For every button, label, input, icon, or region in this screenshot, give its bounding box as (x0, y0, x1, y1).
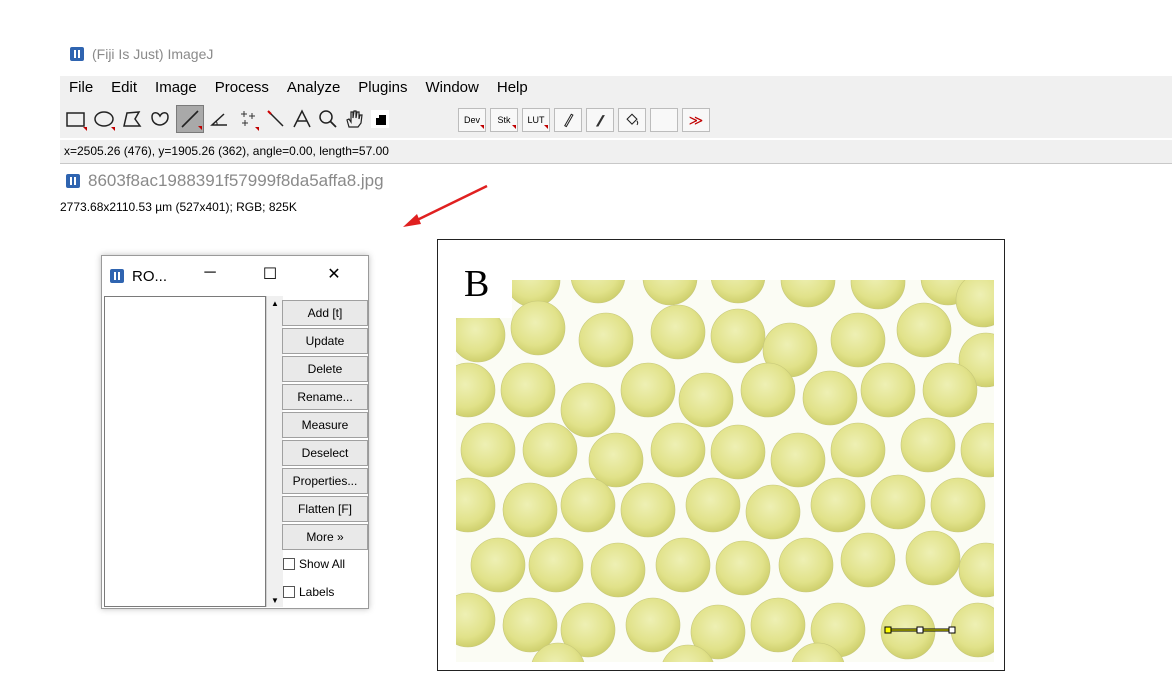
zoom-tool-icon[interactable] (316, 105, 340, 133)
roi-manager-title-bar: RO... ─ ☐ ✕ (102, 256, 368, 296)
menubar: File Edit Image Process Analyze Plugins … (60, 76, 1172, 100)
menu-process[interactable]: Process (206, 76, 278, 100)
show-all-checkbox[interactable]: Show All (283, 555, 345, 573)
roi-properties-button[interactable]: Properties... (282, 468, 368, 494)
roi-measure-button[interactable]: Measure (282, 412, 368, 438)
roi-flatten-button[interactable]: Flatten [F] (282, 496, 368, 522)
brush-tool-icon[interactable] (586, 108, 614, 132)
scroll-down-icon[interactable]: ▼ (267, 593, 283, 607)
roi-more-button[interactable]: More » (282, 524, 368, 550)
scroll-up-icon[interactable]: ▲ (267, 296, 283, 310)
polygon-tool-icon[interactable] (120, 105, 144, 133)
menu-window[interactable]: Window (417, 76, 488, 100)
toolbar: Dev Stk LUT ≫ (60, 100, 1172, 138)
app-title: (Fiji Is Just) ImageJ (92, 46, 214, 62)
image-canvas[interactable] (437, 239, 1005, 671)
fiji-icon (70, 47, 84, 61)
show-all-label: Show All (299, 557, 346, 571)
oval-tool-icon[interactable] (92, 105, 116, 133)
menu-plugins[interactable]: Plugins (349, 76, 416, 100)
hand-tool-icon[interactable] (342, 105, 366, 133)
roi-list[interactable] (104, 296, 266, 607)
menu-image[interactable]: Image (146, 76, 206, 100)
freehand-tool-icon[interactable] (148, 105, 172, 133)
minimize-button[interactable]: ─ (200, 264, 220, 282)
roi-update-button[interactable]: Update (282, 328, 368, 354)
micrograph-image (456, 280, 994, 662)
status-bar: x=2505.26 (476), y=1905.26 (362), angle=… (60, 140, 1172, 164)
labels-label: Labels (299, 585, 335, 599)
more-tools-button[interactable]: ≫ (682, 108, 710, 132)
roi-deselect-button[interactable]: Deselect (282, 440, 368, 466)
dev-button[interactable]: Dev (458, 108, 486, 132)
menu-edit[interactable]: Edit (102, 76, 146, 100)
annotation-arrow (403, 184, 488, 227)
maximize-button[interactable]: ☐ (260, 264, 280, 284)
checkbox-box[interactable] (283, 586, 295, 598)
roi-manager-title: RO... (132, 267, 168, 285)
angle-tool-icon[interactable] (208, 105, 232, 133)
wand-tool-icon[interactable] (264, 105, 288, 133)
lut-button[interactable]: LUT (522, 108, 550, 132)
image-info: 2773.68x2110.53 µm (527x401); RGB; 825K (60, 200, 297, 214)
menu-file[interactable]: File (60, 76, 102, 100)
rectangle-tool-icon[interactable] (64, 105, 88, 133)
labels-checkbox[interactable]: Labels (283, 583, 334, 601)
menu-help[interactable]: Help (488, 76, 537, 100)
text-tool-icon[interactable] (290, 105, 314, 133)
roi-manager-window: RO... ─ ☐ ✕ ▲ ▼ Add [t] Update Delete Re… (101, 255, 369, 609)
panel-label: B (464, 263, 490, 305)
app-title-bar: (Fiji Is Just) ImageJ (70, 44, 213, 64)
roi-add-button[interactable]: Add [t] (282, 300, 368, 326)
flood-fill-icon[interactable] (618, 108, 646, 132)
stk-button[interactable]: Stk (490, 108, 518, 132)
close-button[interactable]: ✕ (324, 264, 344, 284)
image-window-title: 8603f8ac1988391f57999f8da5affa8.jpg (88, 171, 384, 190)
checkbox-box[interactable] (283, 558, 295, 570)
line-tool-icon[interactable] (176, 105, 204, 133)
roi-rename-button[interactable]: Rename... (282, 384, 368, 410)
point-tool-icon[interactable] (236, 105, 260, 133)
fiji-icon (66, 174, 80, 188)
fiji-icon (110, 269, 124, 283)
empty-tool-slot (650, 108, 678, 132)
color-picker-icon[interactable] (368, 105, 392, 133)
image-window-title-bar: 8603f8ac1988391f57999f8da5affa8.jpg (66, 170, 384, 192)
pencil-tool-icon[interactable] (554, 108, 582, 132)
roi-list-scrollbar[interactable]: ▲ ▼ (266, 296, 283, 607)
menu-analyze[interactable]: Analyze (278, 76, 349, 100)
roi-delete-button[interactable]: Delete (282, 356, 368, 382)
